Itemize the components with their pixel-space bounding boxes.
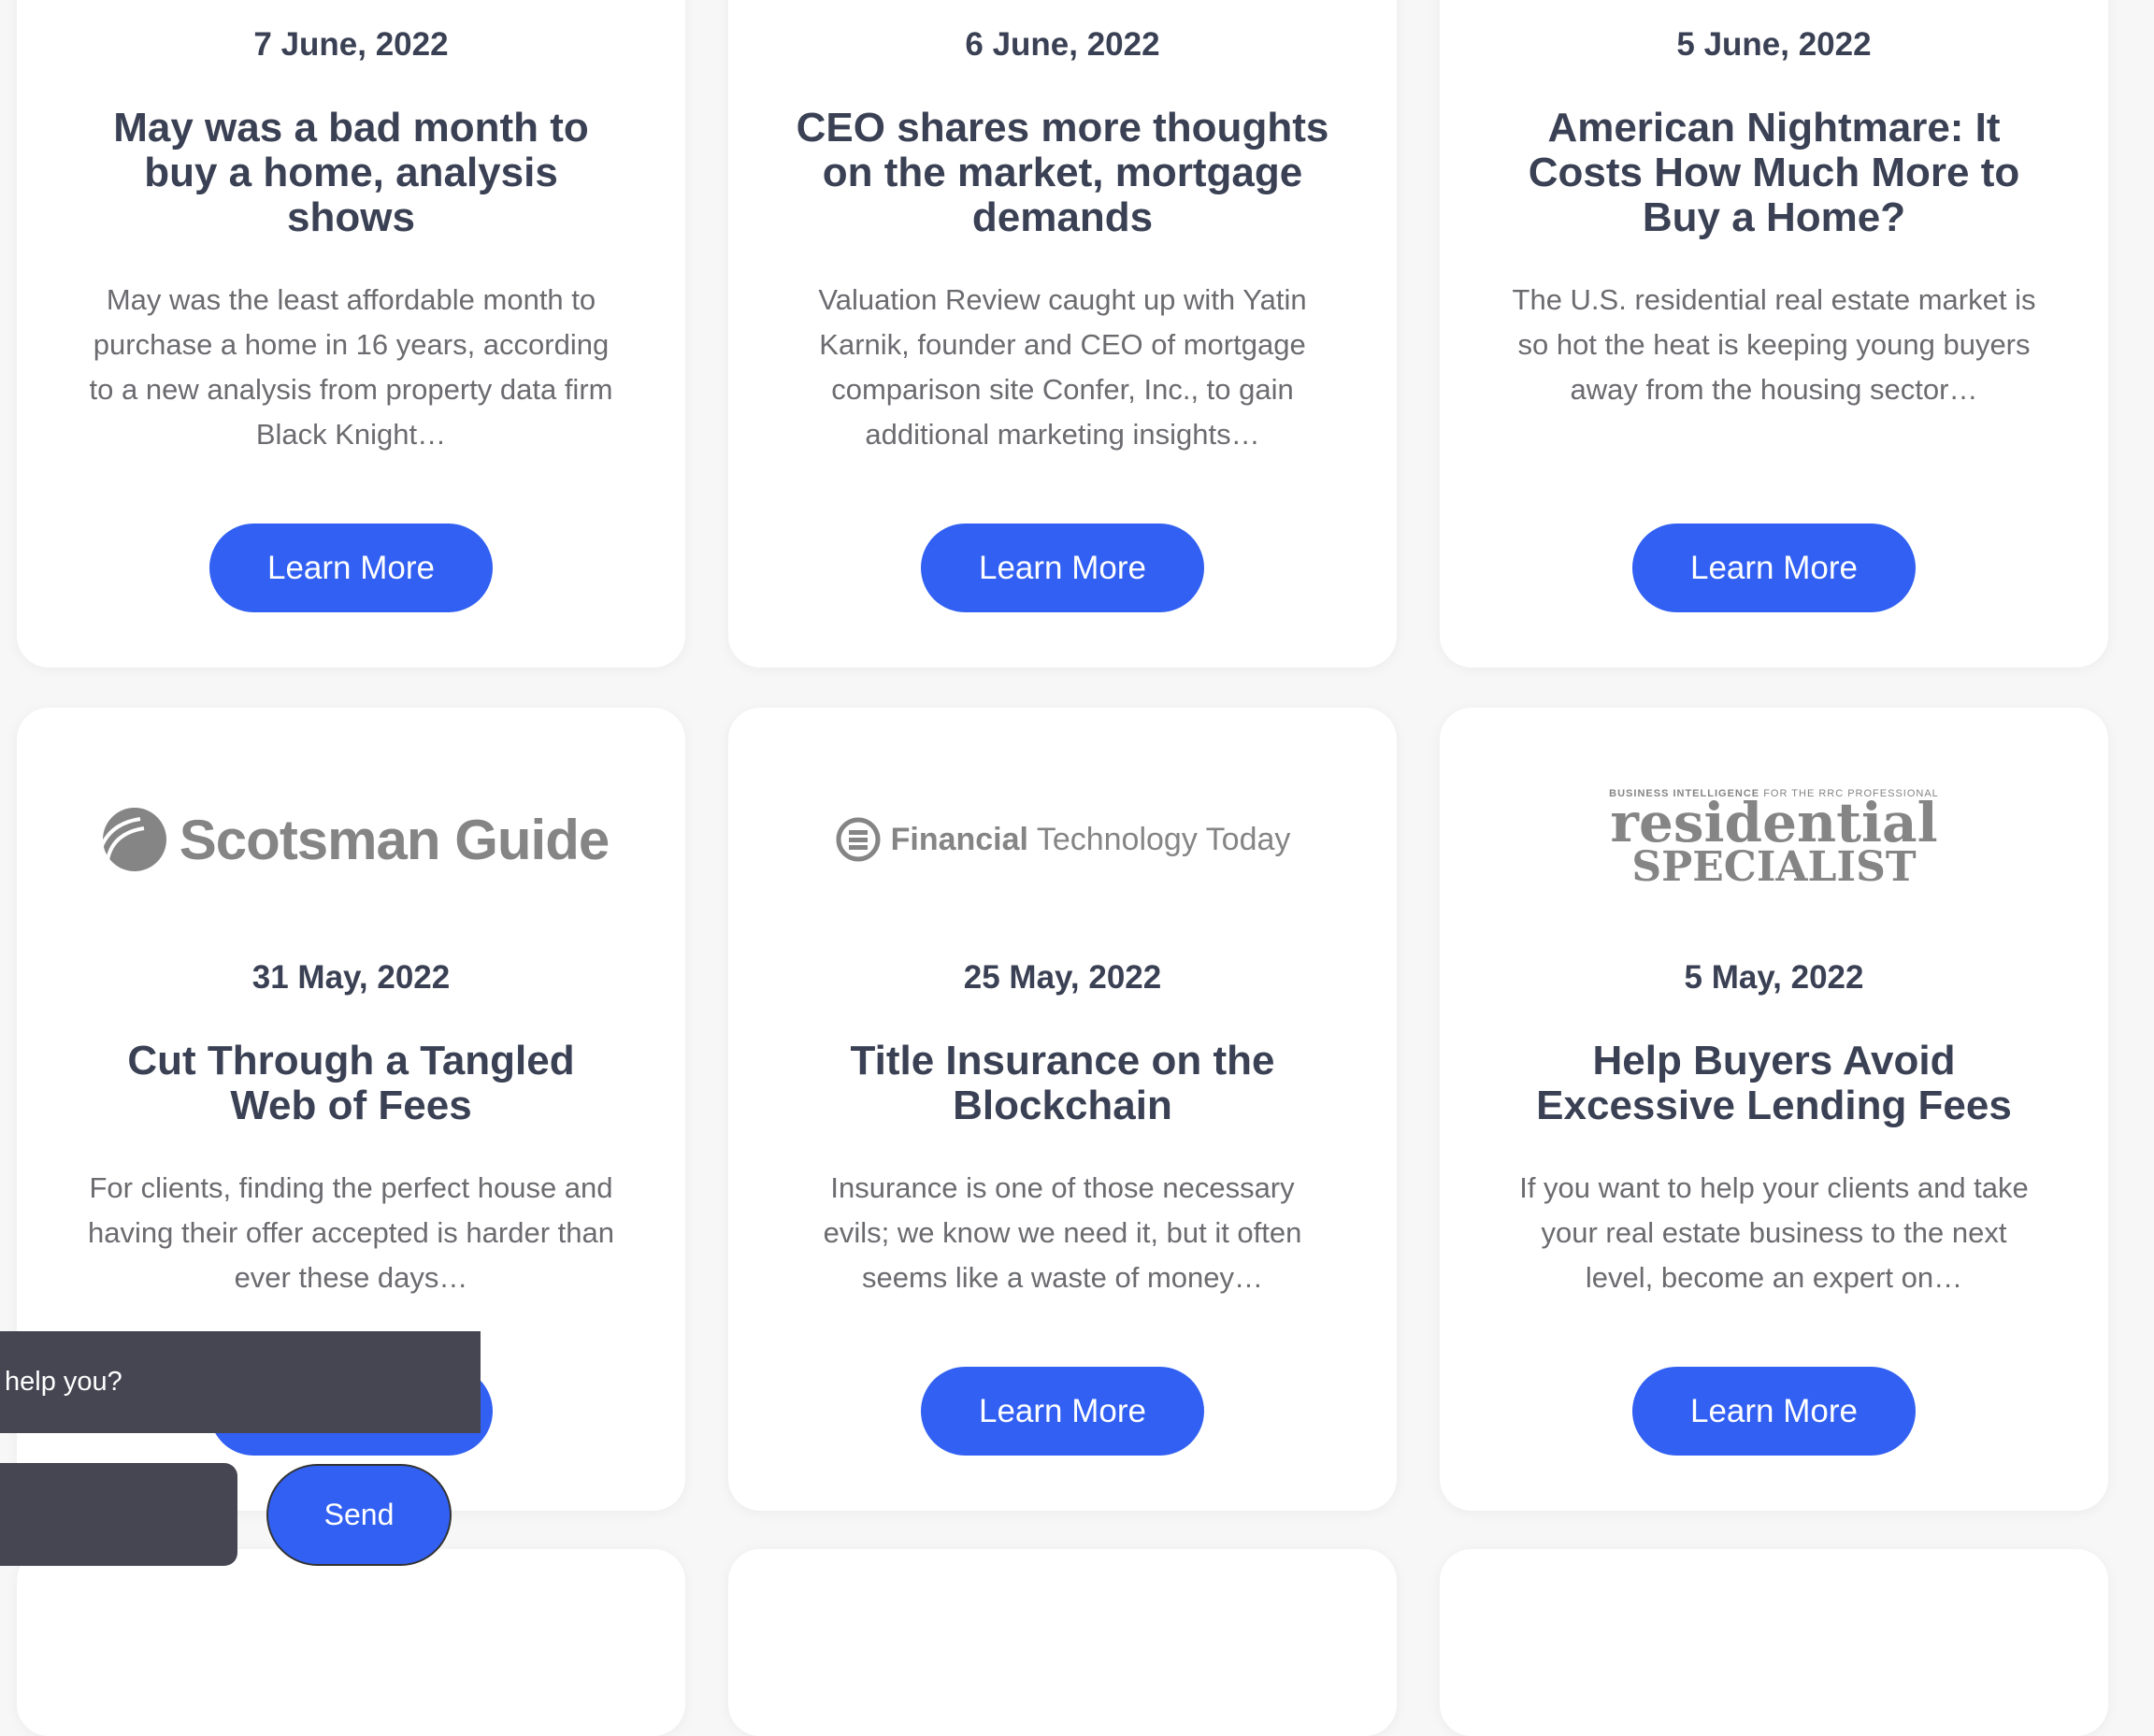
financial-technology-today-logo: Financial Technology Today bbox=[728, 801, 1397, 878]
article-excerpt: May was the least affordable month to pu… bbox=[89, 283, 613, 451]
article-card: 6 June, 2022 CEO shares more thoughts on… bbox=[728, 0, 1397, 667]
article-title: Help Buyers Avoid Excessive Lending Fees bbox=[1536, 1038, 2012, 1128]
article-title: Cut Through a Tangled Web of Fees bbox=[127, 1038, 575, 1128]
ft-icon bbox=[836, 817, 881, 862]
article-title: Title Insurance on the Blockchain bbox=[850, 1038, 1275, 1128]
article-date: 31 May, 2022 bbox=[251, 959, 451, 996]
article-card bbox=[728, 1549, 1397, 1736]
article-date: 25 May, 2022 bbox=[963, 959, 1162, 996]
article-title: May was a bad month to buy a home, analy… bbox=[113, 105, 589, 240]
learn-more-button[interactable]: Learn More bbox=[921, 1367, 1204, 1456]
chat-input[interactable] bbox=[0, 1463, 237, 1566]
article-card: Financial Technology Today 25 May, 2022 … bbox=[728, 708, 1397, 1511]
article-title: CEO shares more thoughts on the market, … bbox=[796, 105, 1329, 240]
learn-more-button[interactable]: Learn More bbox=[1632, 524, 1916, 612]
article-card: BUSINESS INTELLIGENCE FOR THE RRC PROFES… bbox=[1440, 708, 2108, 1511]
article-date: 5 June, 2022 bbox=[1676, 26, 1872, 63]
send-button[interactable]: Send bbox=[266, 1464, 452, 1566]
wave-icon bbox=[94, 808, 166, 871]
article-title: American Nightmare: It Costs How Much Mo… bbox=[1528, 105, 2020, 240]
chat-message: help you? bbox=[0, 1331, 481, 1433]
learn-more-button[interactable]: Learn More bbox=[1632, 1367, 1916, 1456]
article-card bbox=[1440, 1549, 2108, 1736]
article-excerpt: If you want to help your clients and tak… bbox=[1519, 1171, 2029, 1294]
article-card bbox=[17, 1549, 685, 1736]
article-excerpt: The U.S. residential real estate market … bbox=[1512, 283, 2036, 406]
learn-more-button[interactable]: Learn More bbox=[921, 524, 1204, 612]
learn-more-button[interactable]: Learn More bbox=[209, 524, 493, 612]
article-excerpt: For clients, finding the perfect house a… bbox=[88, 1171, 614, 1294]
article-card: 5 June, 2022 American Nightmare: It Cost… bbox=[1440, 0, 2108, 667]
article-date: 6 June, 2022 bbox=[965, 26, 1160, 63]
residential-specialist-logo: BUSINESS INTELLIGENCE FOR THE RRC PROFES… bbox=[1609, 788, 1939, 891]
article-excerpt: Insurance is one of those necessary evil… bbox=[823, 1171, 1302, 1294]
scotsman-guide-logo: Scotsman Guide bbox=[17, 801, 685, 878]
article-date: 5 May, 2022 bbox=[1684, 959, 1864, 996]
article-excerpt: Valuation Review caught up with Yatin Ka… bbox=[818, 283, 1307, 451]
article-card: 7 June, 2022 May was a bad month to buy … bbox=[17, 0, 685, 667]
article-date: 7 June, 2022 bbox=[253, 26, 449, 63]
